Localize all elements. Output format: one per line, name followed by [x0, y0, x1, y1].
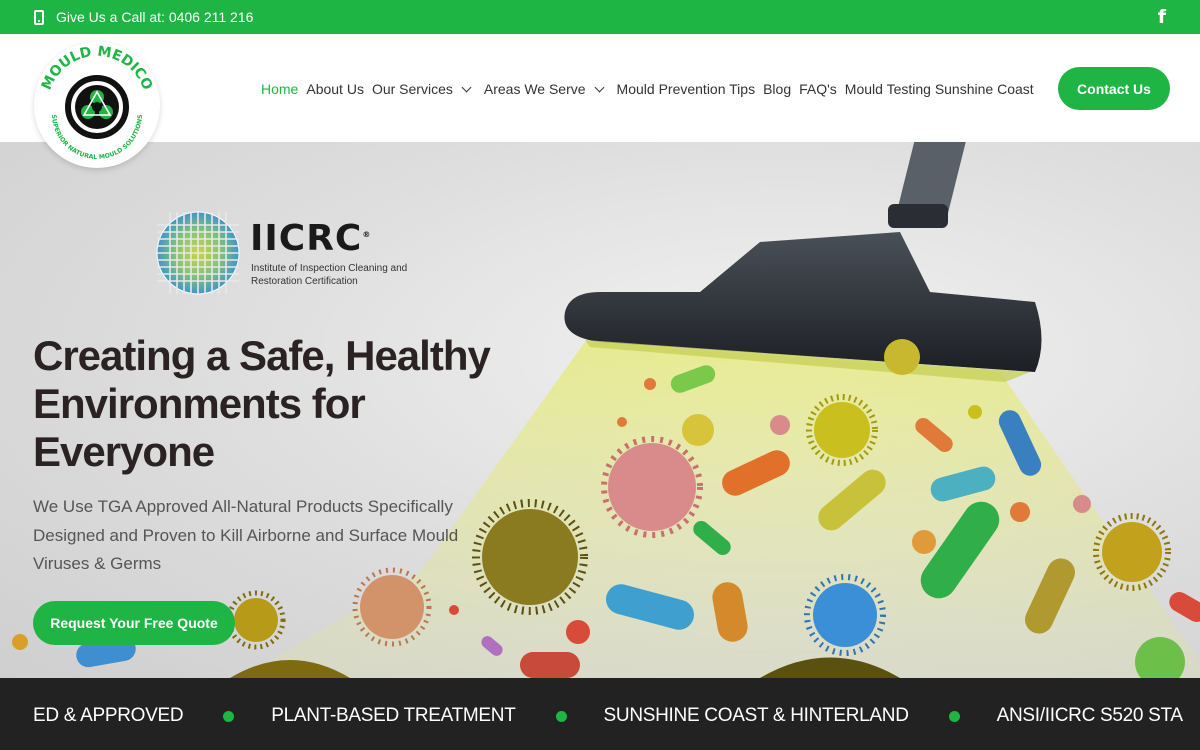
ticker-track: ED & APPROVED PLANT-BASED TREATMENT SUNS…	[33, 705, 1183, 727]
nav-home-label: Home	[261, 81, 299, 97]
ticker-item: SUNSHINE COAST & HINTERLAND	[603, 705, 909, 726]
nav-areas-we-serve[interactable]: Areas We Serve	[484, 81, 609, 97]
iicrc-title: IICRC®	[250, 218, 371, 259]
main-nav: Home About Us Our Services Areas We Serv…	[261, 81, 1034, 97]
chevron-down-icon	[461, 82, 472, 92]
nav-home[interactable]: Home	[261, 81, 298, 97]
bullet-dot-icon	[555, 710, 567, 722]
logo-graphic: MOULD MEDICO SUPERIOR NATURAL MOULD SOLU…	[35, 43, 159, 167]
registered-mark: ®	[362, 230, 372, 239]
nav-our-services[interactable]: Our Services	[372, 81, 476, 97]
ticker-item: ED & APPROVED	[33, 705, 184, 726]
top-bar: Give Us a Call at: 0406 211 216 f	[0, 0, 1200, 34]
request-quote-button[interactable]: Request Your Free Quote	[33, 601, 235, 645]
nav-services-label: Our Services	[371, 81, 453, 97]
iicrc-globe-icon	[156, 211, 240, 295]
nav-mould-testing[interactable]: Mould Testing Sunshine Coast	[845, 81, 1034, 97]
nav-about-label: About Us	[306, 81, 364, 97]
iicrc-title-text: IICRC	[250, 218, 363, 259]
nav-testing-label: Mould Testing Sunshine Coast	[844, 81, 1034, 97]
nav-blog[interactable]: Blog	[763, 81, 791, 97]
mould-medico-logo[interactable]: MOULD MEDICO SUPERIOR NATURAL MOULD SOLU…	[34, 42, 160, 168]
nav-faq-label: FAQ's	[799, 81, 837, 97]
nav-about-us[interactable]: About Us	[306, 81, 364, 97]
facebook-icon[interactable]: f	[1158, 6, 1166, 28]
call-text[interactable]: Give Us a Call at: 0406 211 216	[56, 9, 253, 25]
hero-section: IICRC® Institute of Inspection Cleaning …	[0, 142, 1200, 678]
nav-faqs[interactable]: FAQ's	[799, 81, 837, 97]
ticker-item: PLANT-BASED TREATMENT	[271, 705, 516, 726]
features-ticker: ED & APPROVED PLANT-BASED TREATMENT SUNS…	[0, 678, 1200, 750]
nav-tips-label: Mould Prevention Tips	[616, 81, 756, 97]
bullet-dot-icon	[948, 710, 960, 722]
phone-icon	[34, 9, 44, 25]
hero-description: We Use TGA Approved All-Natural Products…	[33, 497, 459, 573]
iicrc-subtitle: Institute of Inspection Cleaning and Res…	[251, 263, 408, 287]
ticker-item: ANSI/IICRC S520 STA	[996, 705, 1183, 726]
nav-areas-label: Areas We Serve	[483, 81, 586, 97]
bullet-dot-icon	[223, 710, 235, 722]
site-header: MOULD MEDICO SUPERIOR NATURAL MOULD SOLU…	[0, 34, 1200, 168]
chevron-down-icon	[594, 82, 604, 92]
nav-mould-prevention-tips[interactable]: Mould Prevention Tips	[617, 81, 756, 97]
hero-title: Creating a Safe, Healthy Environments fo…	[33, 332, 491, 475]
contact-us-button[interactable]: Contact Us	[1058, 67, 1170, 110]
nav-blog-label: Blog	[763, 81, 792, 97]
